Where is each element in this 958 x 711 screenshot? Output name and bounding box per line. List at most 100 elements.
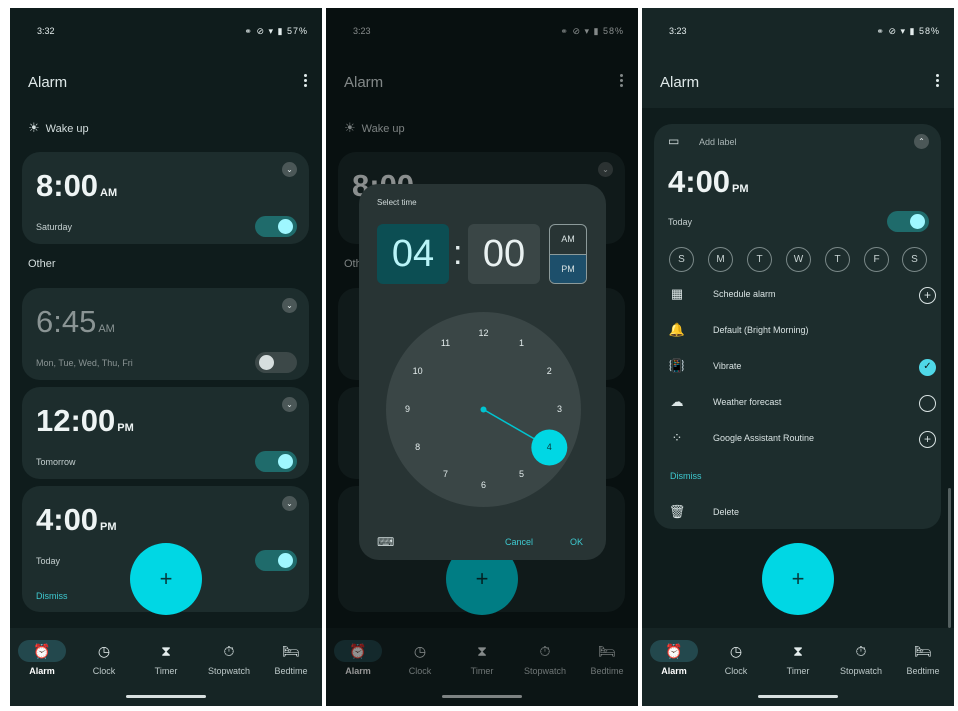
dial-number-2[interactable]: 2 (539, 366, 559, 376)
nav-label: Alarm (661, 666, 687, 676)
alarm-toggle[interactable] (255, 550, 297, 571)
day-wednesday[interactable]: W (786, 247, 811, 272)
add-label-field[interactable]: Add label (699, 137, 737, 147)
alarm-toggle[interactable] (255, 216, 297, 237)
home-indicator[interactable] (126, 695, 206, 698)
delete-row[interactable]: 🗑 Delete (668, 498, 940, 528)
add-alarm-button[interactable]: + (762, 543, 834, 615)
ringtone-row[interactable]: 🔔 Default (Bright Morning) (668, 316, 940, 346)
nav-label: Timer (154, 666, 178, 676)
more-options-icon[interactable] (934, 72, 940, 90)
dial-number-7[interactable]: 7 (436, 469, 456, 479)
dial-number-10[interactable]: 10 (408, 366, 428, 376)
alarm-card[interactable]: ⌄ 8:00 AM Saturday (22, 152, 309, 244)
alarm-ampm: AM (100, 187, 118, 199)
alarm-toggle[interactable] (255, 352, 297, 373)
hour-field[interactable]: 04 (377, 224, 449, 284)
dial-number-12[interactable]: 12 (474, 328, 494, 338)
status-bar: 3:32 ⚭ ⊘ ▾ ▮ 57% (10, 26, 322, 40)
day-sunday[interactable]: S (669, 247, 694, 272)
minute-field[interactable]: 00 (468, 224, 540, 284)
nav-alarm[interactable]: ⏰ Alarm (12, 640, 72, 676)
alarm-ampm: AM (98, 323, 115, 335)
alarm-time-value: 4:00 (36, 502, 99, 537)
dial-number-6[interactable]: 6 (474, 480, 494, 490)
dial-number-1[interactable]: 1 (512, 338, 532, 348)
vibrate-checkbox[interactable]: ✓ (919, 359, 936, 376)
alarm-time: 8:00 AM (36, 168, 117, 204)
label-icon: ▭ (668, 134, 680, 148)
assistant-icon: ⁘ (671, 430, 683, 445)
alarm-toggle[interactable] (255, 451, 297, 472)
chevron-down-icon[interactable]: ⌄ (282, 162, 297, 177)
dial-number-11[interactable]: 11 (436, 338, 456, 348)
day-tuesday[interactable]: T (747, 247, 772, 272)
nav-label: Stopwatch (207, 666, 251, 676)
dismiss-link[interactable]: Dismiss (36, 591, 68, 601)
clock-dial[interactable]: 12 1 2 3 4 5 6 7 8 9 10 11 (386, 312, 581, 507)
time-separator: : (453, 234, 463, 272)
scrollbar[interactable] (948, 488, 951, 628)
alarm-time-value: 8:00 (36, 168, 99, 203)
day-saturday[interactable]: S (902, 247, 927, 272)
alarm-time: 12:00 PM (36, 403, 134, 439)
keyboard-icon[interactable]: ⌨ (377, 535, 394, 549)
day-friday[interactable]: F (864, 247, 889, 272)
status-icons: ⚭ ⊘ ▾ ▮ 57% (244, 26, 308, 36)
ok-button[interactable]: OK (570, 537, 583, 547)
stopwatch-icon: ⏱ (855, 643, 867, 659)
nav-label: Timer (786, 666, 810, 676)
alarm-days: Mon, Tue, Wed, Thu, Fri (36, 358, 133, 368)
page-title: Alarm (660, 74, 700, 91)
am-pm-selector: AM PM (549, 224, 587, 284)
add-icon[interactable]: + (919, 431, 936, 448)
assistant-routine-row[interactable]: ⁘ Google Assistant Routine + (668, 424, 940, 454)
nav-label: Bedtime (274, 666, 308, 676)
day-thursday[interactable]: T (825, 247, 850, 272)
alarm-card[interactable]: ⌄ 12:00 PM Tomorrow (22, 387, 309, 479)
calendar-icon: ▦ (670, 286, 684, 301)
alarm-days: Tomorrow (36, 457, 76, 467)
delete-label: Delete (713, 507, 740, 517)
cancel-button[interactable]: Cancel (505, 537, 533, 547)
alarm-card[interactable]: ⌄ 6:45 AM Mon, Tue, Wed, Thu, Fri (22, 288, 309, 380)
dial-number-3[interactable]: 3 (550, 404, 570, 414)
chevron-up-icon[interactable]: ⌃ (914, 134, 929, 149)
bed-icon: 🛏 (282, 643, 300, 659)
more-options-icon[interactable] (302, 72, 308, 90)
alarm-toggle[interactable] (887, 211, 929, 232)
weather-icon: ☁ (670, 394, 684, 409)
am-option[interactable]: AM (550, 225, 586, 254)
nav-clock[interactable]: ◷ Clock (706, 640, 766, 676)
nav-bedtime[interactable]: 🛏 Bedtime (261, 640, 321, 676)
vibrate-row[interactable]: 📳 Vibrate ✓ (668, 352, 940, 382)
add-icon[interactable]: + (919, 287, 936, 304)
chevron-down-icon[interactable]: ⌄ (282, 397, 297, 412)
nav-stopwatch[interactable]: ⏱ Stopwatch (831, 640, 891, 676)
nav-clock[interactable]: ◷ Clock (74, 640, 134, 676)
alarm-detail-screen: 3:23 ⚭ ⊘ ▾ ▮ 58% Alarm ▭ Add label ⌃ 4:0… (642, 8, 954, 706)
nav-bedtime[interactable]: 🛏 Bedtime (893, 640, 953, 676)
chevron-down-icon[interactable]: ⌄ (282, 496, 297, 511)
schedule-alarm-row[interactable]: ▦ Schedule alarm + (668, 280, 940, 310)
nav-stopwatch[interactable]: ⏱ Stopwatch (199, 640, 259, 676)
weather-checkbox[interactable] (919, 395, 936, 412)
pm-option[interactable]: PM (550, 254, 586, 283)
dial-number-9[interactable]: 9 (398, 404, 418, 414)
nav-timer[interactable]: ⧗ Timer (136, 640, 196, 676)
alarm-time[interactable]: 4:00 PM (668, 164, 749, 200)
dial-number-4[interactable]: 4 (539, 442, 559, 452)
day-monday[interactable]: M (708, 247, 733, 272)
alarm-days: Saturday (36, 222, 73, 232)
dial-number-5[interactable]: 5 (512, 469, 532, 479)
weather-row[interactable]: ☁ Weather forecast (668, 388, 940, 418)
add-alarm-button[interactable]: + (130, 543, 202, 615)
nav-alarm[interactable]: ⏰ Alarm (644, 640, 704, 676)
option-label: Schedule alarm (713, 289, 776, 299)
alarm-time-value: 12:00 (36, 403, 116, 438)
home-indicator[interactable] (758, 695, 838, 698)
nav-timer[interactable]: ⧗ Timer (768, 640, 828, 676)
dial-number-8[interactable]: 8 (408, 442, 428, 452)
chevron-down-icon[interactable]: ⌄ (282, 298, 297, 313)
dismiss-link[interactable]: Dismiss (670, 471, 702, 481)
